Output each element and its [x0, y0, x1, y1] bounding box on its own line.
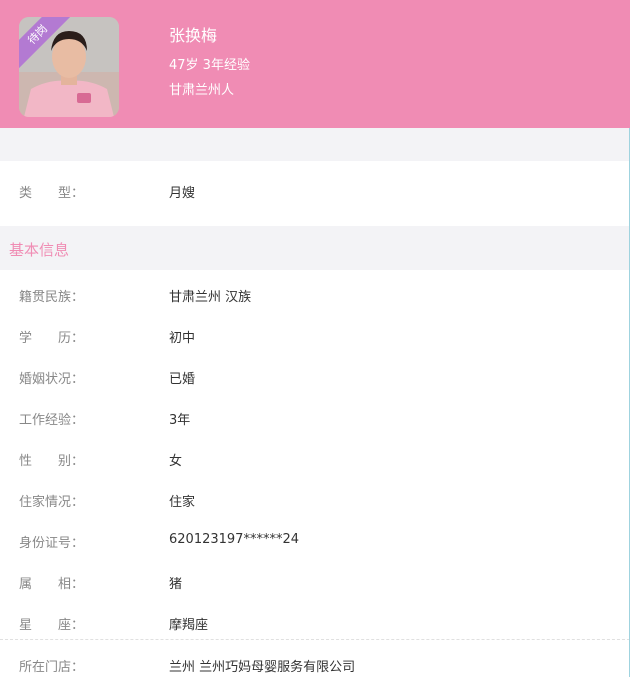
- info-row-constellation: 星座： 摩羯座: [0, 608, 630, 638]
- info-label: 身份证号：: [19, 536, 85, 551]
- basic-info-header: [0, 226, 630, 270]
- info-value: 兰州 兰州巧妈母婴服务有限公司: [169, 660, 356, 675]
- info-value: 女: [169, 454, 183, 469]
- section-spacer: [0, 128, 630, 161]
- info-label: 属相：: [19, 577, 85, 592]
- info-label: 住家情况：: [19, 495, 85, 510]
- info-label: 学历：: [19, 331, 85, 346]
- info-value: 猪: [169, 577, 183, 592]
- info-row-gender: 性别： 女: [0, 444, 630, 474]
- info-value: 620123197******24: [169, 532, 299, 547]
- info-value: 摩羯座: [169, 618, 209, 633]
- info-value: 3年: [169, 413, 191, 428]
- info-value: 住家: [169, 495, 196, 510]
- type-value: 月嫂: [169, 186, 196, 201]
- info-label: 籍贯民族：: [19, 290, 85, 305]
- info-row-native-ethnicity: 籍贯民族： 甘肃兰州 汉族: [0, 280, 630, 310]
- info-value: 甘肃兰州 汉族: [169, 290, 252, 305]
- type-row: 类型： 月嫂: [0, 176, 630, 206]
- profile-age-experience: 47岁 3年经验: [169, 58, 250, 73]
- type-label: 类型：: [19, 186, 85, 201]
- info-row-store: 所在门店： 兰州 兰州巧妈母婴服务有限公司: [0, 650, 630, 677]
- profile-origin: 甘肃兰州人: [169, 83, 235, 98]
- profile-header: 待岗 张换梅 47岁 3年经验 甘肃兰州人: [0, 0, 630, 128]
- divider: [0, 639, 630, 640]
- info-label: 工作经验：: [19, 413, 85, 428]
- info-row-residence: 住家情况： 住家: [0, 485, 630, 515]
- info-value: 已婚: [169, 372, 196, 387]
- avatar: 待岗: [19, 17, 119, 117]
- info-label: 婚姻状况：: [19, 372, 85, 387]
- info-label: 所在门店：: [19, 660, 85, 675]
- info-row-experience: 工作经验： 3年: [0, 403, 630, 433]
- info-label: 性别：: [19, 454, 85, 469]
- section-title: 基本信息: [9, 241, 70, 259]
- profile-name: 张换梅: [169, 26, 218, 45]
- info-row-id-number: 身份证号： 620123197******24: [0, 526, 630, 556]
- info-label: 星座：: [19, 618, 85, 633]
- info-row-education: 学历： 初中: [0, 321, 630, 351]
- info-row-marital: 婚姻状况： 已婚: [0, 362, 630, 392]
- info-row-zodiac: 属相： 猪: [0, 567, 630, 597]
- info-value: 初中: [169, 331, 196, 346]
